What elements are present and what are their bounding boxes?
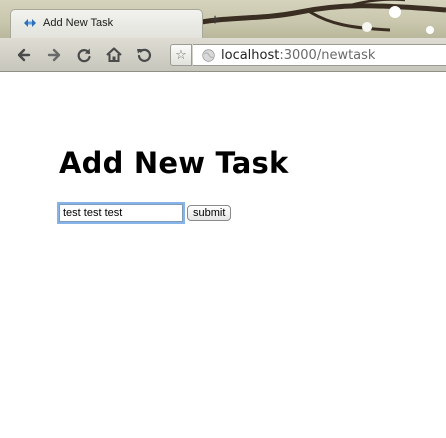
- diamond-arrows-icon: [24, 19, 36, 27]
- tab-title: Add New Task: [43, 17, 114, 29]
- home-button[interactable]: [104, 45, 124, 65]
- bookmark-star-button[interactable]: ☆: [170, 44, 192, 66]
- globe-icon: [202, 49, 215, 62]
- home-icon: [106, 47, 122, 62]
- browser-chrome: Add New Task + ☆ localhost:3000/newtask: [0, 0, 446, 74]
- reload-icon: [77, 48, 91, 63]
- address-bar[interactable]: localhost:3000/newtask: [193, 44, 446, 66]
- reload-button[interactable]: [74, 45, 94, 65]
- back-arrow-icon: [17, 48, 31, 62]
- theme-branch-decoration: [190, 0, 446, 34]
- url-text: localhost:3000/newtask: [221, 48, 375, 63]
- active-tab[interactable]: Add New Task: [10, 9, 203, 38]
- new-tab-button[interactable]: +: [206, 12, 224, 30]
- tab-strip: Add New Task +: [0, 0, 446, 38]
- navigation-toolbar: ☆ localhost:3000/newtask: [0, 38, 446, 72]
- star-icon: ☆: [175, 47, 187, 62]
- page-title: Add New Task: [59, 146, 289, 180]
- forward-arrow-icon: [47, 48, 61, 62]
- url-host: localhost: [221, 48, 280, 63]
- back-button[interactable]: [14, 45, 34, 65]
- task-name-input[interactable]: [57, 202, 185, 224]
- submit-button[interactable]: submit: [187, 205, 232, 221]
- forward-button[interactable]: [44, 45, 64, 65]
- history-icon: [137, 48, 152, 62]
- history-button[interactable]: [134, 45, 154, 65]
- url-path: :3000/newtask: [279, 48, 376, 63]
